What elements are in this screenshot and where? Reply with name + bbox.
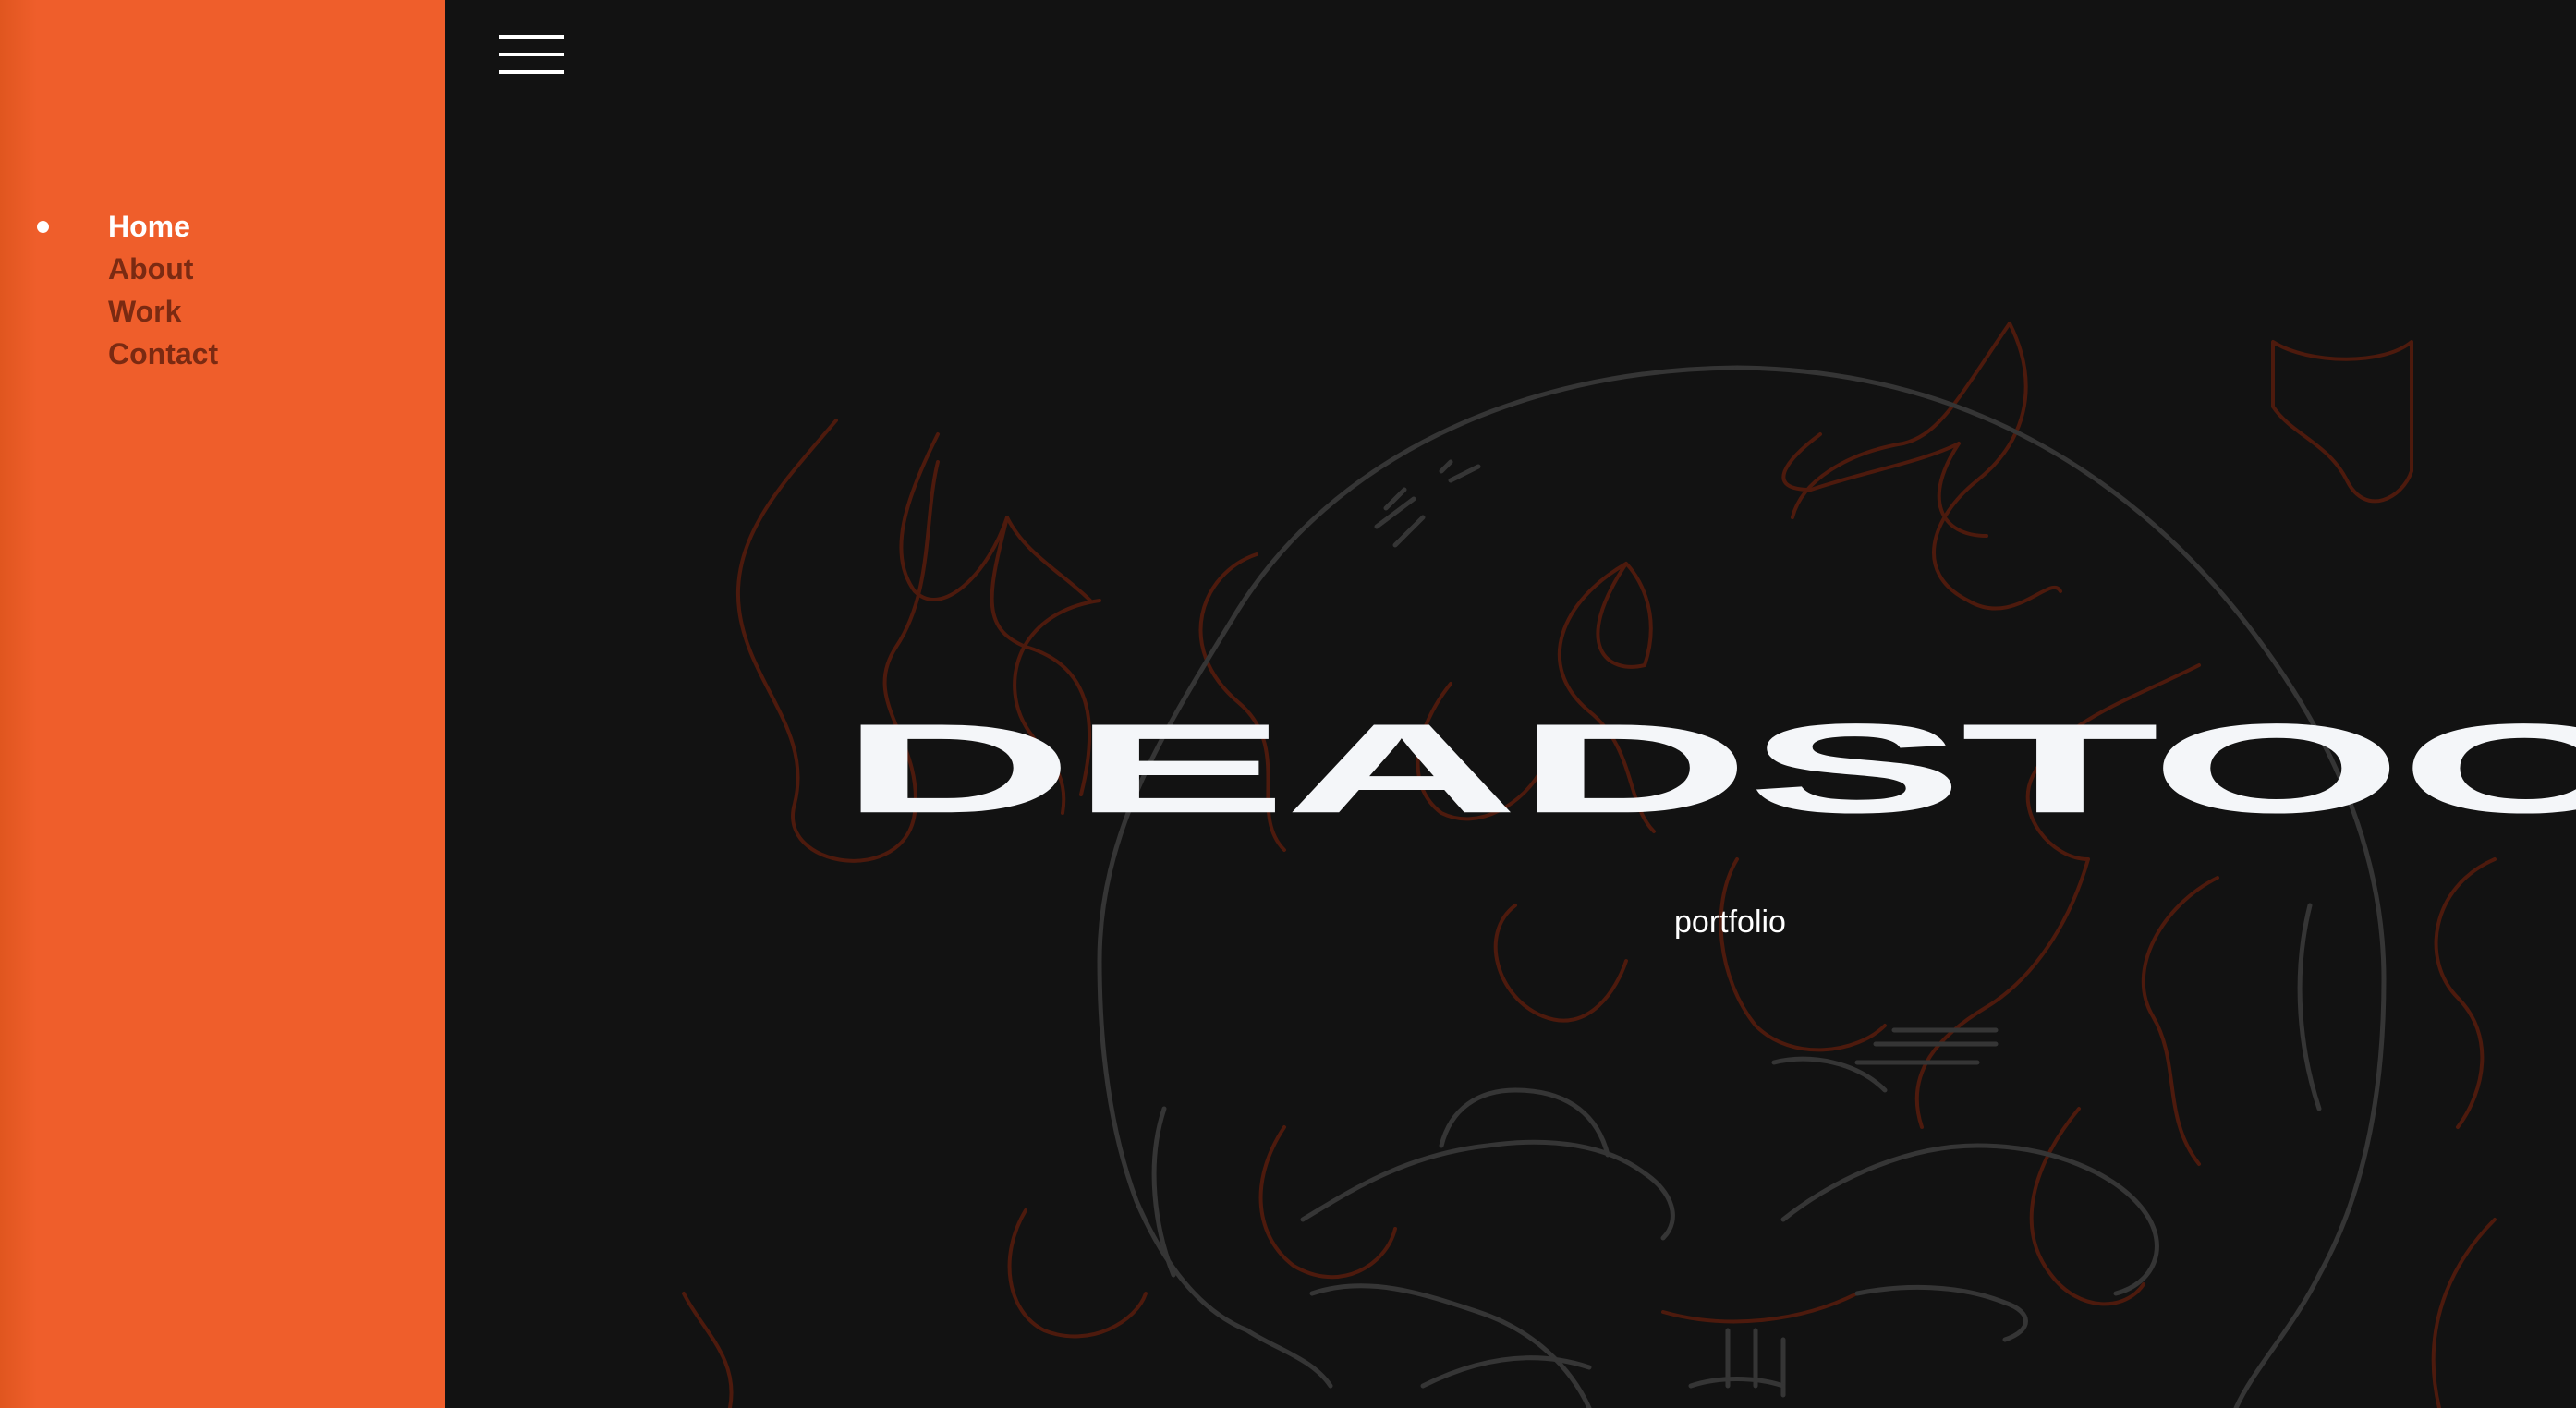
hero-subtitle: portfolio — [1674, 904, 1786, 940]
nav-item-label: Work — [108, 295, 182, 328]
sidebar: Home About Work Contact — [0, 0, 445, 1408]
nav-item-about[interactable]: About — [108, 248, 218, 290]
nav-item-label: Contact — [108, 337, 219, 370]
flames-line-art — [682, 322, 2497, 1408]
nav-item-contact[interactable]: Contact — [108, 333, 218, 375]
nav-item-work[interactable]: Work — [108, 290, 218, 333]
sidebar-nav: Home About Work Contact — [37, 205, 218, 375]
hero-title: DEADSTOCK — [839, 698, 2576, 840]
active-dot-icon — [37, 221, 49, 233]
page: Home About Work Contact DEADSTO portfoli… — [0, 0, 2576, 1408]
nav-item-label: About — [108, 252, 194, 285]
nav-item-home[interactable]: Home — [37, 205, 218, 248]
nav-item-label: Home — [108, 210, 190, 243]
skull-line-art — [1097, 365, 2387, 1408]
